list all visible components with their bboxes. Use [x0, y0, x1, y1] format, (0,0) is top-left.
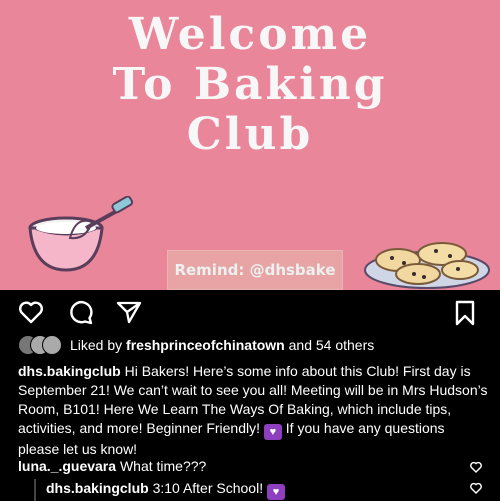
comment-like-heart-icon[interactable] — [470, 482, 482, 494]
comment-1: luna._.guevara What time??? — [18, 457, 206, 475]
remind-text: Remind: @dhsbake — [174, 261, 336, 279]
likes-row: Liked by freshprinceofchinatown and 54 o… — [18, 335, 375, 355]
heart-icon[interactable] — [18, 300, 44, 324]
title-line-3: Club — [186, 109, 314, 160]
comment-username[interactable]: dhs.bakingclub — [46, 480, 149, 496]
post-image: Welcome To Baking Club Remind: @dhsbake — [0, 0, 500, 290]
comment-icon[interactable] — [68, 300, 94, 326]
action-bar — [0, 290, 500, 334]
caption-username[interactable]: dhs.bakingclub — [18, 363, 121, 379]
title-line-2: To Baking — [112, 59, 388, 110]
purple-heart-icon: ♥ — [267, 484, 285, 500]
post-caption: dhs.bakingclub Hi Bakers! Here’s some in… — [18, 362, 488, 459]
comment-username[interactable]: luna._.guevara — [18, 458, 116, 474]
post-title: Welcome To Baking Club — [0, 10, 500, 160]
liker-avatars[interactable] — [18, 335, 62, 355]
liker-username[interactable]: freshprinceofchinatown — [126, 337, 285, 353]
comment-text: 3:10 After School! — [152, 480, 264, 496]
reply-indicator — [34, 479, 36, 501]
share-icon[interactable] — [116, 300, 142, 324]
title-line-1: Welcome — [128, 9, 372, 60]
comment-2: dhs.bakingclub 3:10 After School! ♥ — [46, 479, 285, 500]
purple-heart-icon: ♥ — [263, 424, 282, 440]
comment-like-heart-icon[interactable] — [470, 461, 482, 473]
likes-suffix[interactable]: and 54 others — [289, 337, 375, 353]
likes-prefix: Liked by — [70, 337, 123, 353]
avatar — [42, 335, 62, 355]
cookie-plate-icon — [364, 242, 490, 289]
comment-text: What time??? — [119, 458, 207, 474]
remind-badge: Remind: @dhsbake — [167, 250, 343, 290]
bookmark-icon[interactable] — [454, 300, 476, 326]
whisk-bowl-icon — [28, 196, 134, 272]
